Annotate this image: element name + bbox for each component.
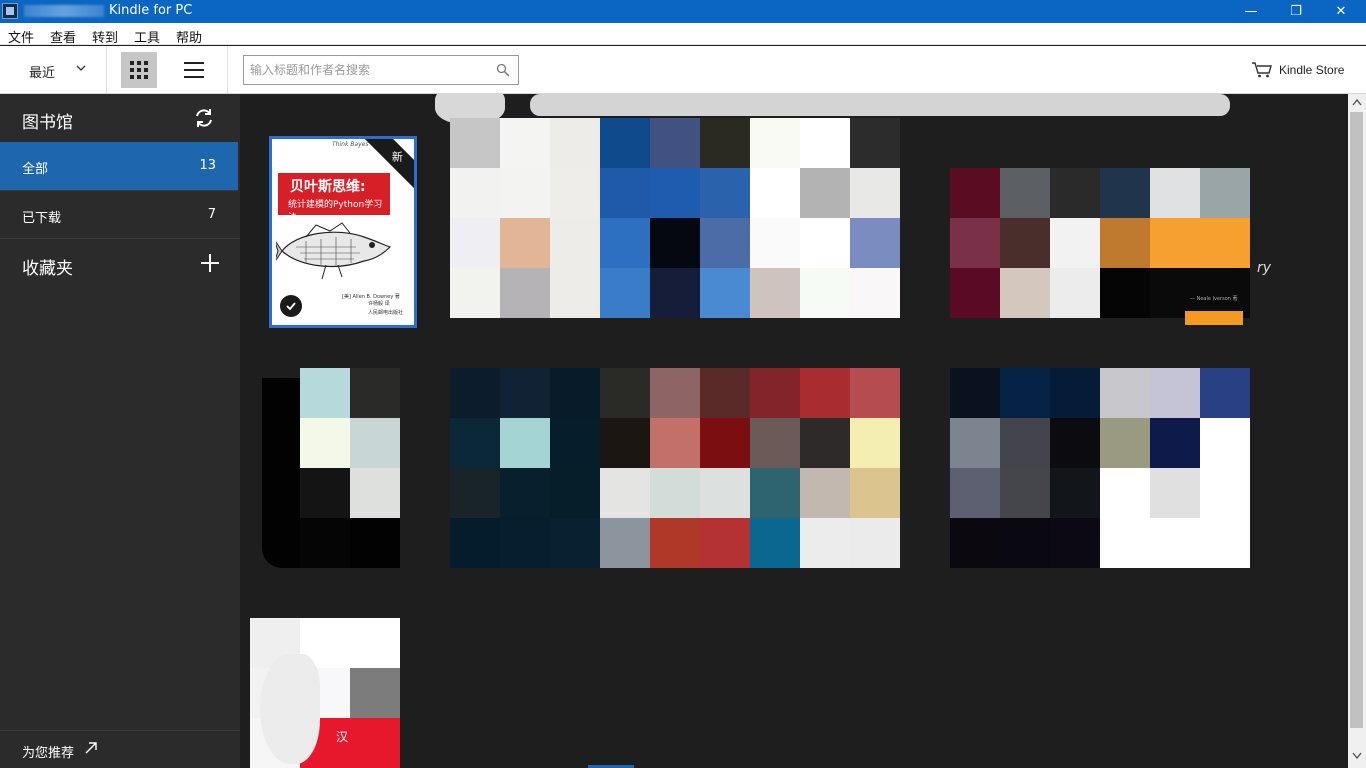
recommended-label: 为您推荐 [22,746,75,761]
sidebar-item-downloaded[interactable]: 已下载 7 [0,190,238,238]
menu-bar: 文件 查看 转到 工具 帮助 [0,23,1366,46]
book-cover-pixelated[interactable] [262,378,302,568]
toolbar-divider [227,46,228,93]
downloaded-check-icon [280,295,302,317]
sidebar-item-count: 13 [199,158,216,173]
sidebar: 图书馆 全部 13 已下载 7 收藏夹 为您推荐 [0,94,240,768]
kindle-store-label: Kindle Store [1279,63,1345,77]
chevron-down-icon[interactable] [76,63,86,73]
menu-view[interactable]: 查看 [50,27,76,46]
scroll-up-icon[interactable] [1352,98,1362,106]
book-series: Think Bayes [332,141,369,148]
cover-fragment-text: ry [1257,260,1272,276]
blurred-account-name [24,5,104,17]
book-cover-pixelated[interactable] [950,368,1250,568]
toolbar: 最近 Kindle Store [0,46,1366,94]
grid-icon [130,61,148,79]
grid-view-button[interactable] [121,52,157,88]
search-box [243,55,519,85]
close-button[interactable]: ✕ [1318,0,1364,23]
book-cover-pixelated[interactable] [450,118,900,318]
vertical-scrollbar[interactable] [1348,94,1366,768]
sidebar-item-label: 已下载 [22,211,62,226]
menu-tools[interactable]: 工具 [134,27,160,46]
book-translator: 许杨毅 译 [368,301,390,307]
sidebar-item-all[interactable]: 全部 13 [0,142,238,190]
list-view-button[interactable] [176,52,212,88]
book-cover-think-bayes[interactable]: Think Bayes 新 贝叶斯思维: 统计建模的Python学习法 [美] … [269,136,417,328]
sidebar-item-label: 全部 [22,162,49,177]
recommended-link[interactable]: 为您推荐 [0,730,240,768]
title-bar: Kindle for PC — ❐ ✕ [0,0,1366,23]
window-title: Kindle for PC [109,3,193,18]
fish-illustration-icon [276,222,392,280]
redacted-smear [260,654,320,764]
cover-fragment-author: — Neale Iverson 著 [1190,296,1238,302]
toolbar-divider [106,46,107,93]
library-grid: Think Bayes 新 贝叶斯思维: 统计建模的Python学习法 [美] … [240,94,1348,768]
kindle-store-link[interactable]: Kindle Store [1251,60,1344,80]
redacted-smear [530,94,1230,116]
book-title: 贝叶斯思维: [290,179,366,195]
menu-goto[interactable]: 转到 [92,27,118,46]
list-icon [184,62,204,78]
external-link-icon [85,742,97,754]
new-badge-label: 新 [391,150,403,163]
kindle-app-icon [2,3,18,19]
scroll-down-icon[interactable] [1352,752,1362,760]
restore-button[interactable]: ❐ [1273,0,1319,23]
sidebar-item-count: 7 [207,207,216,222]
collections-header: 收藏夹 [0,238,240,286]
menu-help[interactable]: 帮助 [176,27,202,46]
library-title: 图书馆 [22,113,73,133]
search-input[interactable] [250,61,490,79]
cover-fragment-bar [1185,311,1243,325]
cart-icon [1252,62,1272,78]
cover-fragment-text: 汉 [336,730,349,744]
library-header: 图书馆 [0,94,240,142]
collections-title: 收藏夹 [22,259,73,279]
plus-icon[interactable] [200,253,220,273]
menu-file[interactable]: 文件 [8,27,34,46]
scrollbar-thumb[interactable] [1350,112,1363,728]
book-publisher: 人民邮电出版社 [368,310,404,316]
sort-dropdown[interactable]: 最近 [29,62,55,81]
book-cover-pixelated[interactable] [300,368,400,568]
book-cover-pixelated[interactable] [450,368,900,568]
minimize-button[interactable]: — [1228,0,1274,23]
sync-icon[interactable] [193,107,215,129]
book-author: [美] Allen B. Downey 著 [342,294,400,300]
title-banner: 贝叶斯思维: 统计建模的Python学习法 [278,173,390,223]
search-icon[interactable] [496,63,510,77]
